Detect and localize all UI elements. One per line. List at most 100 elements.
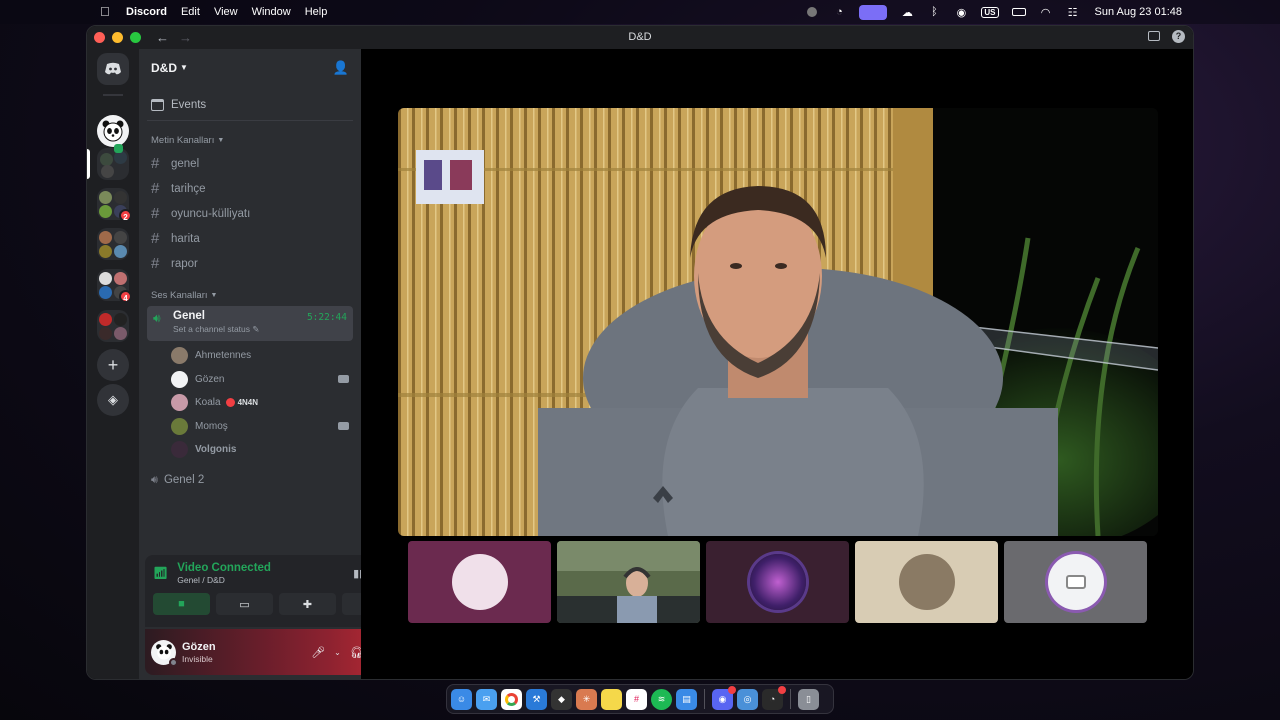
avatar[interactable] bbox=[151, 639, 178, 667]
wifi-icon[interactable]: ◠ bbox=[1039, 6, 1053, 19]
chevron-down-icon[interactable]: ⌄ bbox=[334, 648, 341, 657]
participant-tile-self[interactable] bbox=[1004, 541, 1147, 623]
rail-separator bbox=[103, 94, 123, 96]
channel-oyuncu-kulliyati[interactable]: # oyuncu-külliyatı bbox=[147, 201, 353, 226]
channel-label: genel bbox=[171, 157, 200, 170]
menu-app-name[interactable]: Discord bbox=[126, 6, 167, 18]
bluetooth-icon[interactable]: ᛒ bbox=[927, 6, 941, 18]
server-panda[interactable] bbox=[97, 115, 129, 147]
server-rail: 2 4 + ◈ bbox=[87, 49, 139, 679]
voice-user-name: Volgonis bbox=[195, 444, 237, 456]
stats-icon[interactable]: ◔ bbox=[832, 6, 846, 18]
discover-button[interactable]: ◈ bbox=[97, 384, 129, 416]
active-server-indicator bbox=[87, 149, 90, 179]
spotify-icon[interactable]: ≋ bbox=[651, 688, 672, 710]
connection-location[interactable]: Genel / D&D bbox=[177, 575, 271, 585]
speaker-icon: 🔊︎ bbox=[153, 311, 161, 325]
trash-icon[interactable]: ▯ bbox=[798, 688, 819, 710]
channel-label: rapor bbox=[171, 257, 198, 270]
participant-tile[interactable] bbox=[408, 541, 551, 623]
guild-name: D&D bbox=[151, 60, 177, 75]
server-folder-2[interactable]: 2 bbox=[97, 188, 132, 222]
activity-icon[interactable]: ◔ bbox=[762, 685, 786, 710]
events-item[interactable]: Events bbox=[147, 91, 353, 121]
menu-edit[interactable]: Edit bbox=[181, 6, 200, 18]
discord-icon[interactable]: ◉ bbox=[712, 685, 736, 710]
user-status[interactable]: Invisible bbox=[182, 654, 216, 664]
server-folder-4[interactable]: 4 bbox=[97, 269, 132, 303]
chevron-down-icon: ▼ bbox=[180, 63, 188, 72]
voice-user-name: Koala bbox=[195, 397, 221, 409]
files-icon[interactable]: ▤ bbox=[676, 688, 697, 710]
invite-people-icon[interactable]: 👤 bbox=[333, 60, 349, 76]
category-voice-channels[interactable]: Ses Kanalları ▼ bbox=[151, 290, 361, 301]
channel-status-input[interactable]: Set a channel status ✎ bbox=[173, 324, 347, 335]
voice-channel-genel[interactable]: 🔊︎ Genel 5:22:44 Set a channel status ✎ bbox=[147, 306, 353, 341]
channel-genel[interactable]: # genel bbox=[147, 151, 353, 176]
mail-icon[interactable]: ✉ bbox=[476, 688, 497, 710]
voice-user[interactable]: Gözen bbox=[171, 368, 349, 392]
menu-help[interactable]: Help bbox=[305, 6, 328, 18]
channel-rapor[interactable]: # rapor bbox=[147, 251, 353, 276]
guild-header[interactable]: D&D ▼ 👤 bbox=[139, 49, 361, 86]
participant-tile[interactable] bbox=[855, 541, 998, 623]
server-folder-5[interactable] bbox=[97, 310, 129, 342]
apple-icon[interactable]:  bbox=[100, 5, 114, 19]
server-folder-1[interactable] bbox=[97, 144, 129, 180]
participant-tile[interactable] bbox=[706, 541, 849, 623]
macos-menu-bar:  Discord Edit View Window Help ◔ ☁ ᛒ ◉ … bbox=[0, 0, 1280, 24]
record-icon[interactable] bbox=[805, 6, 819, 18]
category-text-channels[interactable]: Metin Kanalları ▼ bbox=[151, 135, 361, 146]
microphone-icon[interactable]: 🎤︎ bbox=[311, 646, 325, 659]
notes-icon[interactable] bbox=[601, 688, 622, 710]
notification-dot bbox=[728, 685, 736, 694]
participant-webcam-feed bbox=[557, 541, 700, 623]
unread-badge: 4 bbox=[119, 290, 132, 303]
voice-user[interactable]: Volgonis bbox=[171, 438, 349, 462]
voice-channel-genel-2[interactable]: 🔊︎ Genel 2 bbox=[147, 468, 353, 493]
finder-icon[interactable]: ☺ bbox=[451, 688, 472, 710]
focused-video-tile[interactable] bbox=[398, 108, 1158, 536]
inbox-icon[interactable] bbox=[1148, 31, 1160, 41]
voice-user[interactable]: Koala 4N4N bbox=[171, 391, 349, 415]
menu-window[interactable]: Window bbox=[252, 6, 291, 18]
voice-user[interactable]: Ahmetennes bbox=[171, 344, 349, 368]
claude-icon[interactable]: ✳ bbox=[576, 688, 597, 710]
connection-signal-icon[interactable]: 📶︎ bbox=[153, 566, 168, 580]
menu-view[interactable]: View bbox=[214, 6, 238, 18]
app-store-icon[interactable]: ◎ bbox=[737, 688, 758, 710]
chrome-icon[interactable] bbox=[501, 688, 522, 710]
gamepad-icon[interactable]: ◉ bbox=[954, 6, 968, 19]
help-icon[interactable]: ? bbox=[1172, 30, 1185, 43]
calendar-icon bbox=[151, 98, 164, 111]
voice-user[interactable]: Momoş bbox=[171, 415, 349, 439]
username[interactable]: Gözen bbox=[182, 641, 216, 653]
notification-dot bbox=[778, 685, 786, 694]
xcode-icon[interactable]: ⚒ bbox=[526, 688, 547, 710]
avatar bbox=[171, 417, 188, 435]
participant-avatar bbox=[1047, 554, 1104, 610]
screen-icon[interactable] bbox=[859, 4, 888, 20]
activities-button[interactable]: ✚ bbox=[279, 593, 336, 615]
cloud-icon[interactable]: ☁ bbox=[900, 6, 914, 19]
battery-icon[interactable] bbox=[1011, 6, 1026, 18]
webcam-feed bbox=[398, 108, 1158, 536]
cube-icon[interactable]: ◆ bbox=[551, 688, 572, 710]
add-server-button[interactable]: + bbox=[97, 349, 129, 381]
screen-share-button[interactable]: ▭ bbox=[216, 593, 273, 615]
participant-avatar bbox=[749, 554, 806, 610]
participant-video-tile[interactable] bbox=[557, 541, 700, 623]
channel-tarihce[interactable]: # tarihçe bbox=[147, 176, 353, 201]
control-center-icon[interactable]: ☷ bbox=[1066, 6, 1080, 19]
plus-icon: + bbox=[107, 355, 119, 375]
menubar-clock[interactable]: Sun Aug 23 01:48 bbox=[1095, 6, 1182, 18]
server-folder-3[interactable] bbox=[97, 228, 129, 260]
discord-home-button[interactable] bbox=[97, 53, 129, 85]
connection-status[interactable]: Video Connected bbox=[177, 562, 271, 574]
keyboard-layout-indicator[interactable]: US bbox=[981, 6, 999, 18]
video-stage bbox=[361, 49, 1193, 679]
channel-harita[interactable]: # harita bbox=[147, 226, 353, 251]
slack-icon[interactable]: # bbox=[626, 688, 647, 710]
hashtag-icon: # bbox=[151, 180, 160, 197]
camera-toggle-button[interactable]: ■ bbox=[153, 593, 210, 615]
